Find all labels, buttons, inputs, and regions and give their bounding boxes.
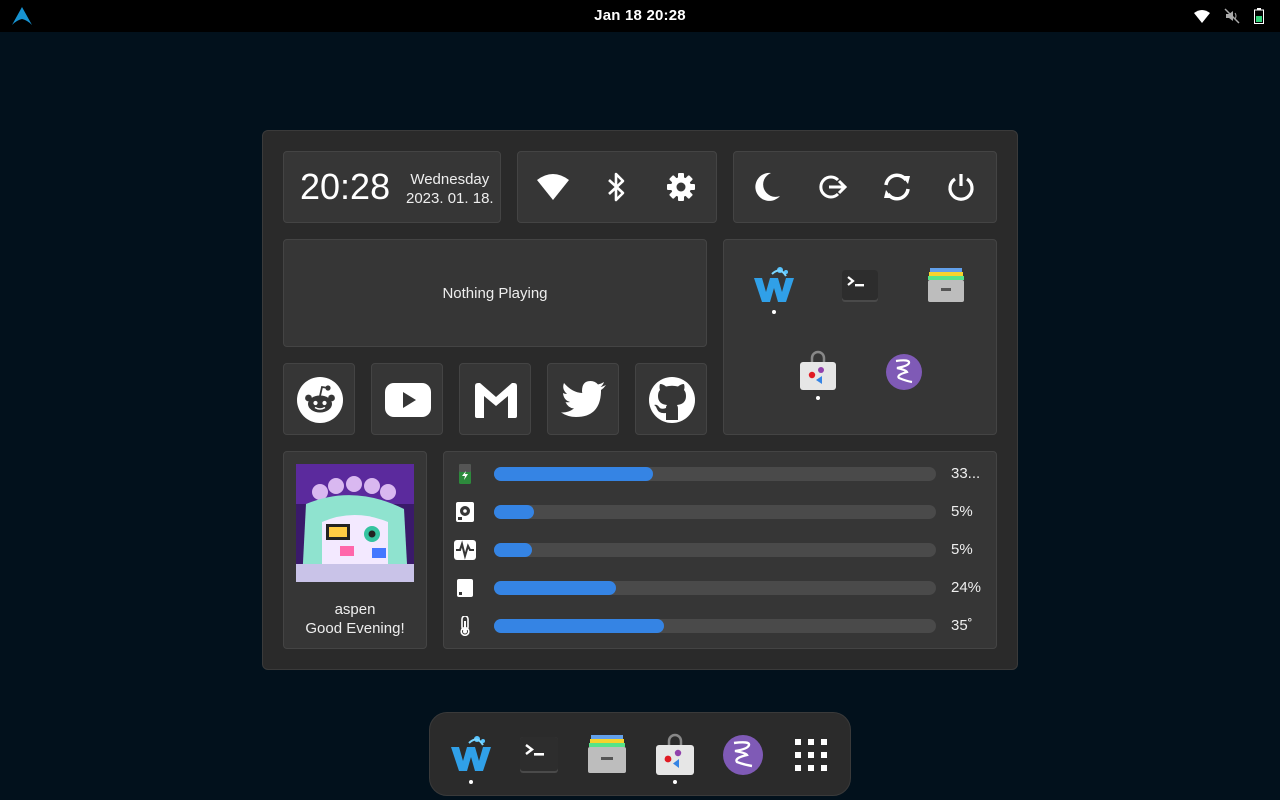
dock-app-software-store[interactable] (653, 733, 697, 777)
app-files[interactable] (924, 264, 968, 308)
running-indicator (816, 396, 820, 400)
progress-fill (494, 581, 616, 595)
youtube-icon (385, 383, 431, 417)
disk-icon (456, 502, 474, 522)
files-icon (588, 735, 626, 773)
media-player-card[interactable]: Nothing Playing (283, 239, 707, 347)
clock-date: Wednesday 2023. 01. 18. (406, 170, 494, 208)
app-emacs[interactable] (882, 350, 926, 394)
gear-icon (667, 173, 695, 201)
dock-show-apps-button[interactable] (789, 733, 833, 777)
app-terminal[interactable] (838, 264, 882, 308)
disk-progress-bar (494, 505, 936, 519)
web-browser-icon (451, 736, 491, 771)
cpu-progress-bar (494, 543, 936, 557)
cpu-activity-icon (454, 540, 476, 560)
dock-app-web-browser[interactable] (449, 733, 493, 777)
link-reddit-button[interactable] (283, 363, 355, 435)
greeting: Good Evening! (305, 620, 405, 637)
github-icon (649, 377, 695, 423)
battery-progress-bar (494, 467, 936, 481)
system-tray[interactable] (1194, 8, 1264, 24)
username: aspen (334, 601, 376, 618)
stat-row-temperature: 35˚ (454, 615, 984, 637)
dock-app-terminal[interactable] (517, 733, 561, 777)
thermometer-icon (460, 616, 470, 636)
battery-value: 33... (951, 465, 981, 482)
dock-app-emacs[interactable] (721, 733, 765, 777)
power-actions-card (733, 151, 997, 223)
logout-icon (819, 175, 848, 199)
top-bar-datetime[interactable]: Jan 18 20:28 (0, 0, 1280, 32)
app-software-store[interactable] (796, 350, 840, 394)
stat-row-memory: 24% (454, 577, 984, 599)
clock-card: 20:28 Wednesday 2023. 01. 18. (283, 151, 501, 223)
temperature-value: 35˚ (951, 617, 973, 634)
link-gmail-button[interactable] (459, 363, 531, 435)
power-icon (948, 174, 974, 201)
quick-toggles-card (517, 151, 717, 223)
memory-icon (457, 579, 473, 597)
suspend-button[interactable] (750, 170, 784, 204)
terminal-icon (842, 270, 878, 302)
progress-fill (494, 619, 665, 633)
app-grid-icon (795, 739, 827, 771)
battery-icon (459, 464, 471, 484)
web-browser-icon (754, 267, 794, 302)
restart-button[interactable] (880, 170, 914, 204)
gmail-icon (475, 383, 517, 418)
wifi-toggle-button[interactable] (536, 170, 570, 204)
terminal-icon (520, 737, 558, 773)
clock-time: 20:28 (300, 166, 391, 207)
battery-icon (1254, 8, 1264, 24)
progress-fill (494, 467, 654, 481)
dock-app-files[interactable] (585, 733, 629, 777)
twitter-icon (561, 381, 606, 417)
stat-row-battery: 33... (454, 463, 984, 485)
running-indicator (673, 780, 677, 784)
logout-button[interactable] (816, 170, 850, 204)
settings-button[interactable] (664, 170, 698, 204)
dashboard-panel: 20:28 Wednesday 2023. 01. 18. Nothing Pl… (262, 130, 1018, 670)
system-stats-card: 33... 5% 5% 24% 35˚ (443, 451, 997, 649)
top-bar: Jan 18 20:28 (0, 0, 1280, 32)
running-indicator (469, 780, 473, 784)
shutdown-button[interactable] (944, 170, 978, 204)
clock-weekday: Wednesday (410, 171, 490, 188)
stat-row-disk: 5% (454, 501, 984, 523)
memory-value: 24% (951, 579, 982, 596)
user-card: aspen Good Evening! (283, 451, 427, 649)
moon-icon (755, 172, 780, 201)
reddit-icon (297, 377, 343, 423)
link-twitter-button[interactable] (547, 363, 619, 435)
bluetooth-toggle-button[interactable] (600, 170, 634, 204)
files-icon (928, 268, 964, 302)
wifi-icon (1194, 10, 1210, 23)
user-greeting-block: aspen Good Evening! (284, 600, 426, 638)
cpu-value: 5% (951, 541, 973, 558)
app-launcher-card (723, 239, 997, 435)
wifi-icon (537, 174, 569, 200)
dock (429, 712, 851, 796)
app-web-browser[interactable] (752, 264, 796, 308)
speaker-muted-icon (1224, 8, 1240, 24)
clock-full-date: 2023. 01. 18. (406, 190, 494, 207)
memory-progress-bar (494, 581, 936, 595)
link-github-button[interactable] (635, 363, 707, 435)
progress-fill (494, 505, 534, 519)
progress-fill (494, 543, 532, 557)
emacs-icon (723, 735, 763, 775)
stat-row-cpu: 5% (454, 539, 984, 561)
restart-icon (884, 173, 910, 201)
link-youtube-button[interactable] (371, 363, 443, 435)
bluetooth-icon (608, 172, 625, 202)
disk-value: 5% (951, 503, 973, 520)
running-indicator (772, 310, 776, 314)
software-store-icon (800, 350, 836, 390)
avatar[interactable] (296, 464, 414, 582)
emacs-icon (886, 354, 922, 390)
software-store-icon (656, 733, 694, 775)
temperature-progress-bar (494, 619, 936, 633)
media-status: Nothing Playing (442, 284, 548, 302)
